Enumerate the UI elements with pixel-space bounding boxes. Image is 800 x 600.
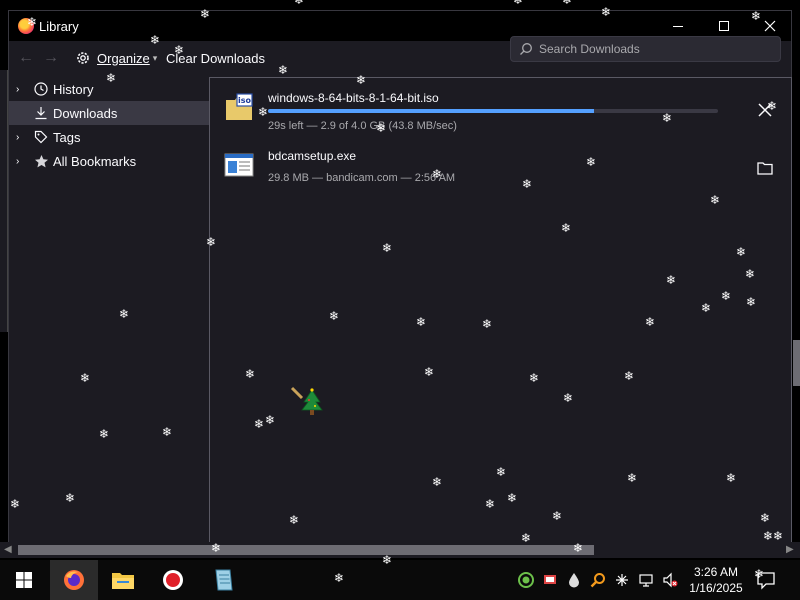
status-circle-icon[interactable] — [518, 572, 534, 588]
windows-start-icon — [16, 572, 32, 588]
sidebar-item-history[interactable]: › History — [9, 77, 209, 101]
close-icon — [764, 20, 776, 32]
download-icon — [33, 105, 49, 121]
sidebar-item-downloads[interactable]: Downloads — [9, 101, 209, 125]
window-title: Library — [39, 19, 79, 34]
sidebar-item-label: Tags — [53, 129, 81, 145]
snowflake-icon: ❄ — [562, 0, 573, 7]
clock-time: 3:26 AM — [693, 565, 739, 579]
search-tray-icon[interactable] — [590, 572, 606, 588]
sidebar-item-label: Downloads — [53, 105, 118, 121]
exe-file-icon — [224, 153, 254, 177]
show-in-folder-button[interactable] — [754, 157, 776, 179]
clock-icon — [33, 81, 49, 97]
list-item[interactable]: bdcamsetup.exe 29.8 MB — bandicam.com — … — [210, 142, 791, 200]
iso-file-icon: iso — [226, 93, 253, 120]
forward-arrow-icon[interactable]: → — [43, 49, 59, 67]
horizontal-scrollbar-thumb[interactable] — [18, 545, 594, 555]
scroll-right-icon[interactable]: ▶ — [786, 544, 794, 555]
horizontal-scrollbar[interactable]: ◀ ▶ — [0, 542, 800, 558]
chevron-right-icon[interactable]: › — [16, 156, 28, 167]
taskbar-notepad[interactable] — [199, 560, 247, 600]
taskbar-firefox[interactable] — [50, 560, 98, 600]
christmas-tree-cursor-icon — [290, 386, 323, 415]
droplet-icon[interactable] — [566, 572, 582, 588]
search-input[interactable] — [539, 42, 769, 56]
folder-icon — [757, 162, 773, 175]
network-icon[interactable] — [638, 572, 654, 588]
back-arrow-icon[interactable]: ← — [18, 49, 34, 67]
vertical-scrollbar-thumb[interactable] — [793, 340, 800, 386]
clock-date: 1/16/2025 — [689, 581, 743, 595]
download-status: 29s left — 2.9 of 4.0 GB (43.8 MB/sec) — [268, 120, 457, 132]
organize-label: Organize — [97, 50, 150, 66]
download-status: 29.8 MB — bandicam.com — 2:56 AM — [268, 172, 456, 184]
firefox-icon — [18, 18, 34, 34]
downloads-list: iso windows-8-64-bits-8-1-64-bit.iso 29s… — [209, 77, 792, 543]
notification-icon[interactable] — [756, 570, 776, 590]
network-app-icon[interactable] — [542, 572, 558, 588]
star-icon — [33, 153, 49, 169]
snowflake-icon: ❄ — [513, 0, 524, 7]
taskbar: 3:26 AM 1/16/2025 — [0, 560, 800, 600]
chevron-down-icon: ▾ — [152, 52, 158, 63]
cancel-download-button[interactable] — [754, 99, 776, 121]
download-progress-fill — [268, 109, 595, 113]
gear-icon — [77, 52, 89, 64]
chevron-right-icon[interactable]: › — [16, 84, 28, 95]
sidebar: › History Downloads › Tags › All Bookmar… — [9, 77, 209, 545]
svg-text:iso: iso — [238, 96, 252, 105]
file-explorer-icon — [112, 573, 134, 589]
download-filename: windows-8-64-bits-8-1-64-bit.iso — [268, 91, 439, 105]
notepad-icon — [215, 569, 233, 591]
chevron-right-icon[interactable]: › — [16, 132, 28, 143]
taskbar-file-explorer[interactable] — [99, 560, 147, 600]
desktop: Library ← → Organize ▾ Clear Downloads ›… — [0, 0, 800, 600]
sidebar-item-label: All Bookmarks — [53, 153, 137, 169]
system-clock[interactable]: 3:26 AM 1/16/2025 — [682, 564, 750, 596]
bluetooth-icon[interactable] — [614, 572, 630, 588]
download-progress-bar — [268, 109, 718, 113]
start-button[interactable] — [0, 560, 48, 600]
search-icon — [520, 43, 532, 55]
tag-icon — [33, 129, 49, 145]
list-item[interactable]: iso windows-8-64-bits-8-1-64-bit.iso 29s… — [210, 84, 791, 142]
scroll-left-icon[interactable]: ◀ — [4, 544, 12, 555]
background-window-edge — [0, 70, 8, 332]
organize-button[interactable]: Organize ▾ — [75, 50, 157, 66]
minimize-icon — [673, 25, 683, 27]
library-window: Library ← → Organize ▾ Clear Downloads ›… — [8, 10, 792, 545]
bandicam-icon — [163, 570, 183, 590]
cancel-icon — [758, 103, 772, 117]
sidebar-item-tags[interactable]: › Tags — [9, 125, 209, 149]
search-box[interactable] — [510, 36, 781, 62]
download-filename: bdcamsetup.exe — [268, 149, 357, 163]
firefox-icon — [64, 570, 84, 590]
maximize-icon — [719, 21, 729, 31]
volume-muted-icon[interactable] — [662, 572, 678, 588]
taskbar-bandicam[interactable] — [149, 560, 197, 600]
clear-downloads-button[interactable]: Clear Downloads — [166, 51, 265, 66]
sidebar-item-label: History — [53, 81, 94, 97]
sidebar-item-all-bookmarks[interactable]: › All Bookmarks — [9, 149, 209, 173]
snowflake-icon: ❄ — [294, 0, 305, 7]
